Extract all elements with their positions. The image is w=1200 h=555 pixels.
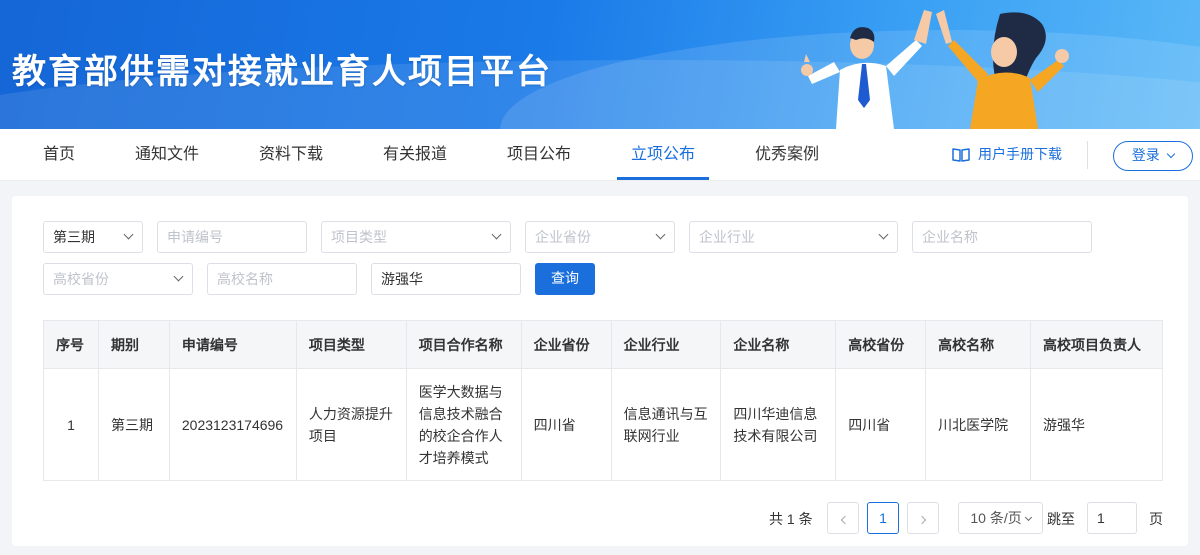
column-header: 企业行业 [610,320,722,369]
project-type-select[interactable]: 项目类型 [321,221,511,253]
column-header: 项目合作名称 [405,320,522,369]
user-manual-label: 用户手册下载 [978,147,1062,163]
period-select-value: 第三期 [53,229,95,245]
school-name-input[interactable]: 高校名称 [207,263,357,295]
project-type-placeholder: 项目类型 [331,229,387,245]
jump-label: 跳至 [1047,511,1075,527]
chevron-down-icon [173,271,184,282]
column-header: 序号 [43,320,99,369]
cell-index: 1 [43,368,99,481]
school-province-placeholder: 高校省份 [53,271,109,287]
nav-item-excellent-cases[interactable]: 优秀案例 [755,129,819,181]
page-size-value: 10 条/页 [970,510,1022,526]
nav-item-reports[interactable]: 有关报道 [383,129,447,181]
page-size-select[interactable]: 10 条/页 [958,502,1043,534]
column-header: 企业名称 [720,320,837,369]
column-header: 申请编号 [168,320,297,369]
page-suffix-label: 页 [1149,511,1163,527]
active-tab-indicator [617,177,709,180]
jump-page-input[interactable]: 1 [1087,502,1137,534]
site-title: 教育部供需对接就业育人项目平台 [12,52,552,92]
chevron-left-icon [840,515,849,525]
chevron-down-icon [655,229,666,240]
table-header-row: 序号 期别 申请编号 项目类型 项目合作名称 企业省份 企业行业 企业名称 高校… [43,320,1164,369]
cell-enterprise-industry: 信息通讯与互联网行业 [610,368,722,481]
nav-item-project-announce[interactable]: 项目公布 [507,129,571,181]
chevron-right-icon [917,515,926,525]
table-row: 1 第三期 2023123174696 人力资源提升项目 医学大数据与信息技术融… [43,368,1164,481]
chevron-down-icon [491,229,502,240]
application-number-input[interactable]: 申请编号 [157,221,307,253]
cell-project-type: 人力资源提升项目 [295,368,407,481]
prev-page-button[interactable] [827,502,859,534]
column-header: 企业省份 [520,320,612,369]
cell-school-name: 川北医学院 [925,368,1031,481]
school-province-select[interactable]: 高校省份 [43,263,193,295]
enterprise-province-placeholder: 企业省份 [535,229,591,245]
nav-item-notices[interactable]: 通知文件 [135,129,199,181]
login-button[interactable]: 登录 [1113,141,1193,171]
column-header: 期别 [97,320,170,369]
nav-divider [1087,141,1088,169]
chevron-down-icon [1024,513,1032,522]
enterprise-industry-placeholder: 企业行业 [699,229,755,245]
nav-item-approved-projects[interactable]: 立项公布 [631,129,695,181]
cell-project-leader: 游强华 [1029,368,1164,481]
project-leader-input[interactable]: 游强华 [371,263,521,295]
column-header: 高校名称 [925,320,1031,369]
results-table: 序号 期别 申请编号 项目类型 项目合作名称 企业省份 企业行业 企业名称 高校… [43,320,1164,481]
high-five-illustration [801,10,1069,129]
cell-application-number: 2023123174696 [168,368,297,481]
cell-enterprise-name: 四川华迪信息技术有限公司 [720,368,837,481]
cell-period: 第三期 [97,368,170,481]
cell-school-province: 四川省 [835,368,927,481]
enterprise-province-select[interactable]: 企业省份 [525,221,675,253]
total-count: 共 1 条 [769,511,813,527]
header-banner: 教育部供需对接就业育人项目平台 [0,0,1200,129]
user-manual-download[interactable]: 用户手册下载 [952,129,1062,181]
project-leader-value: 游强华 [381,271,423,287]
query-button[interactable]: 查询 [535,263,595,295]
next-page-button[interactable] [907,502,939,534]
enterprise-industry-select[interactable]: 企业行业 [689,221,898,253]
cell-project-name: 医学大数据与信息技术融合的校企合作人才培养模式 [405,368,522,481]
cell-enterprise-province: 四川省 [520,368,612,481]
enterprise-name-input[interactable]: 企业名称 [912,221,1092,253]
book-icon [952,148,970,162]
chevron-down-icon [123,229,134,240]
page-number-current[interactable]: 1 [867,502,899,534]
column-header: 高校项目负责人 [1029,320,1164,369]
chevron-down-icon [878,229,889,240]
application-number-placeholder: 申请编号 [167,229,223,245]
chevron-down-icon [1166,149,1176,159]
nav-item-home[interactable]: 首页 [43,129,75,181]
column-header: 项目类型 [295,320,407,369]
column-header: 高校省份 [835,320,927,369]
main-nav: 首页 通知文件 资料下载 有关报道 项目公布 立项公布 优秀案例 用户手册下载 [0,129,1200,181]
enterprise-name-placeholder: 企业名称 [922,229,978,245]
school-name-placeholder: 高校名称 [217,271,273,287]
period-select[interactable]: 第三期 [43,221,143,253]
login-label: 登录 [1131,148,1160,164]
nav-item-downloads[interactable]: 资料下载 [259,129,323,181]
